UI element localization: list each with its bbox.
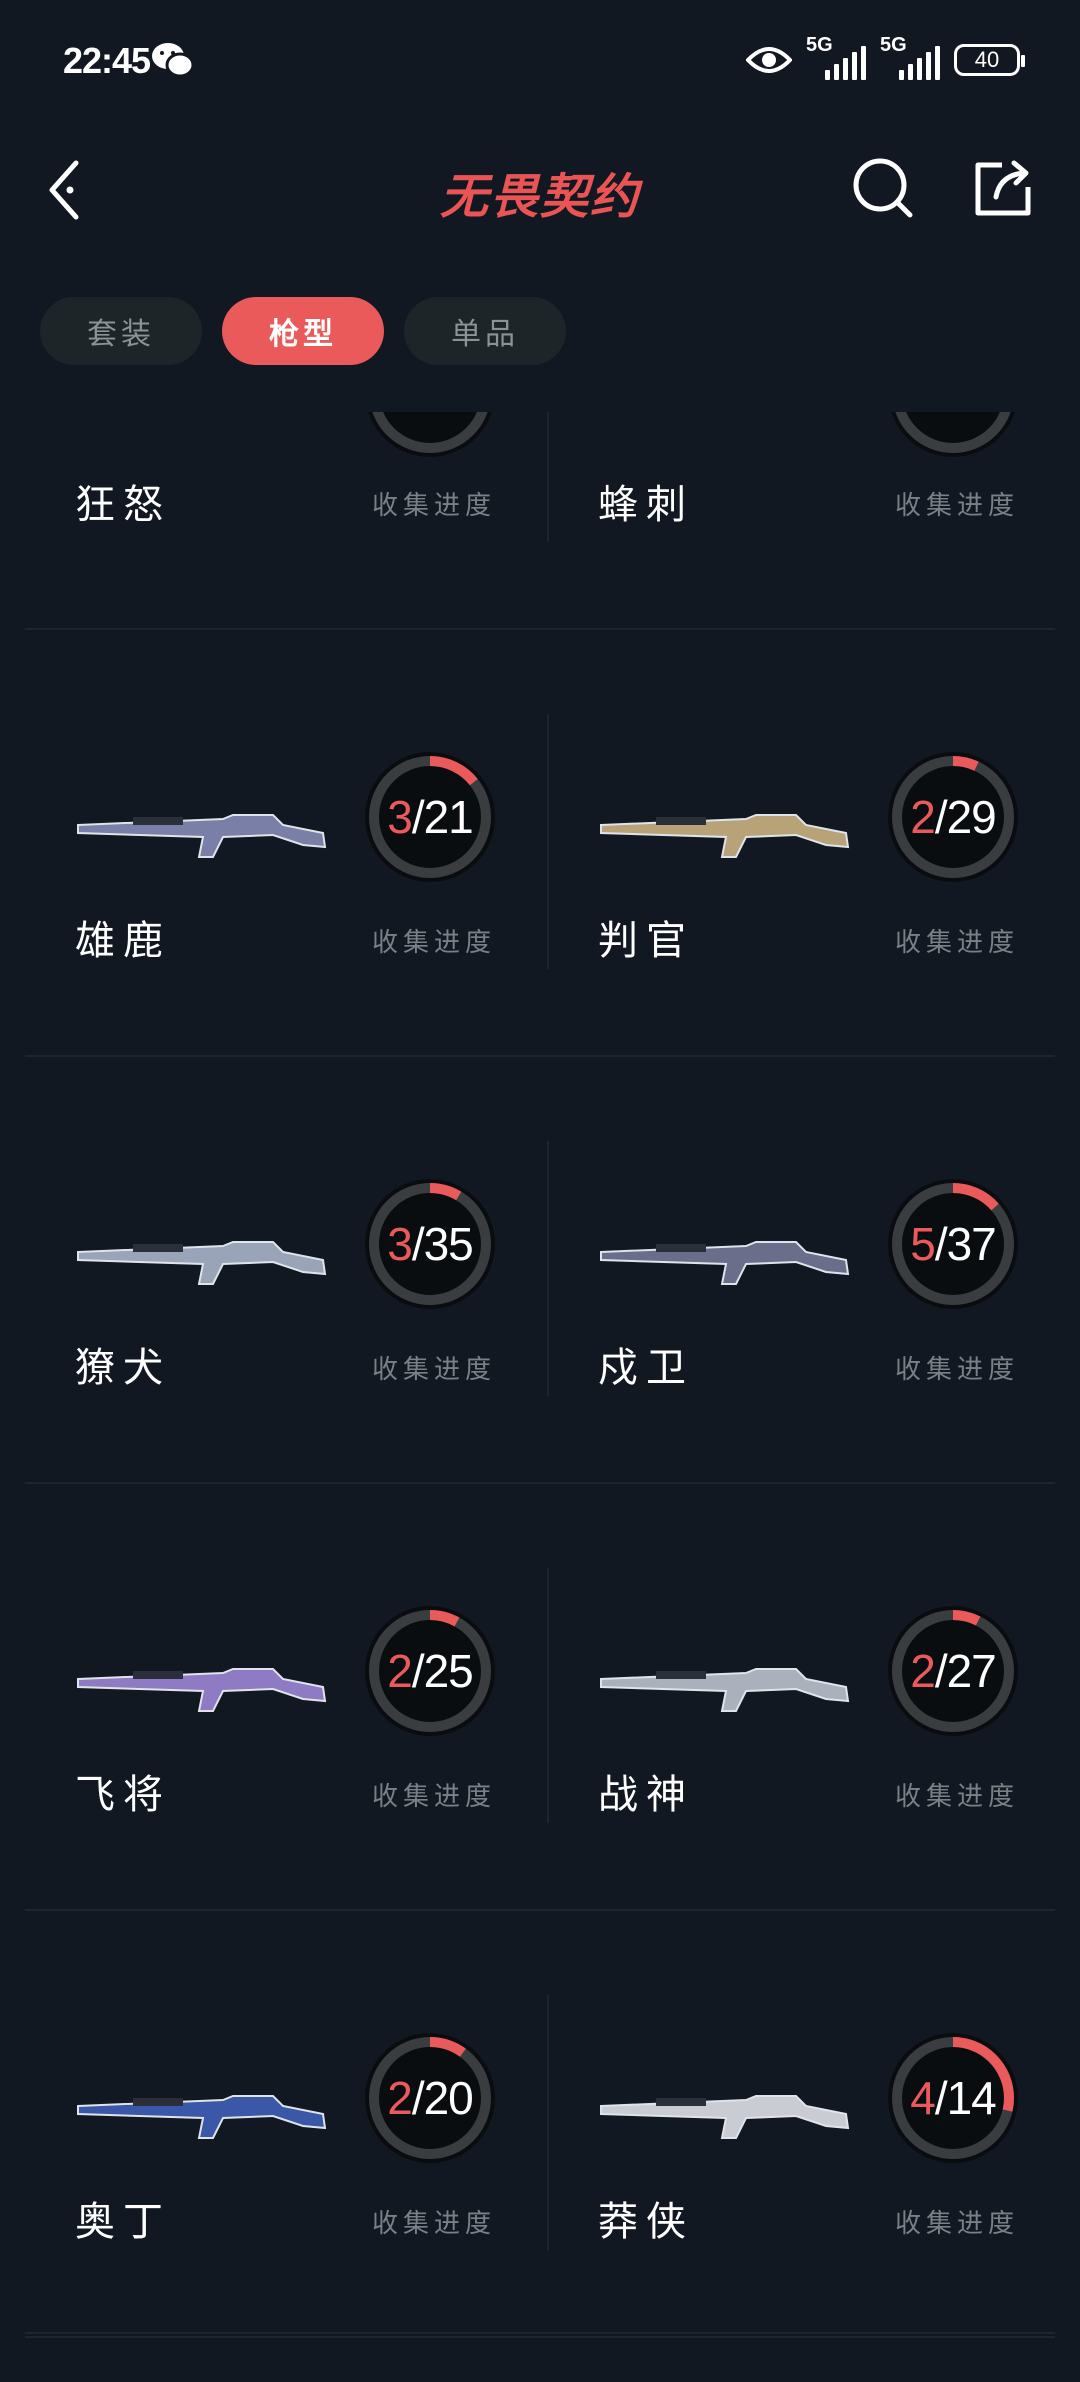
- progress-count: 2/20: [387, 2072, 474, 2124]
- progress-ring: 2/29: [883, 747, 1023, 887]
- eye-icon: [746, 47, 792, 73]
- weapon-row: 狂怒 收集进度 蜂刺 收集进度: [25, 412, 1055, 630]
- progress-label: 收集进度: [372, 491, 497, 521]
- divider: [25, 2332, 1055, 2334]
- progress-label: 收集进度: [372, 1355, 497, 1385]
- progress-count: 3/21: [387, 791, 474, 843]
- weapon-row: 2/20 奥丁 收集进度 4/14 莽侠 收集进度: [25, 1911, 1055, 2338]
- status-bar: 22:45 5G 5G 40: [0, 0, 1080, 125]
- weapon-name: 狂怒: [75, 482, 171, 528]
- progress-ring: 2/27: [883, 1601, 1023, 1741]
- progress-count: 4/14: [910, 2072, 997, 2124]
- progress-label: 收集进度: [895, 928, 1020, 958]
- weapon-row: 3/21 雄鹿 收集进度 2/29 判官 收集进度: [25, 630, 1055, 1057]
- signal-5g-1: 5G: [806, 34, 866, 82]
- progress-ring: 2/20: [360, 2028, 500, 2168]
- page-title: 无畏契约: [439, 169, 640, 225]
- weapon-name: 雄鹿: [75, 918, 171, 964]
- weapon-card[interactable]: 狂怒 收集进度: [25, 412, 540, 628]
- progress-label: 收集进度: [372, 1782, 497, 1812]
- weapon-name: 莽侠: [598, 2199, 694, 2245]
- weapon-card[interactable]: 2/27 战神 收集进度: [548, 1484, 1055, 1909]
- clock: 22:45: [63, 40, 151, 81]
- progress-label: 收集进度: [895, 1782, 1020, 1812]
- progress-ring: 4/14: [883, 2028, 1023, 2168]
- weapon-name: 奥丁: [75, 2199, 171, 2245]
- weapon-row: 3/35 獠犬 收集进度 5/37 戍卫 收集进度: [25, 1057, 1055, 1484]
- weapon-name: 戍卫: [598, 1345, 694, 1391]
- weapon-card[interactable]: 2/25 飞将 收集进度: [25, 1484, 540, 1909]
- weapon-card[interactable]: 5/37 戍卫 收集进度: [548, 1057, 1055, 1482]
- weapon-grid: 狂怒 收集进度 蜂刺 收集进度 3/21 雄鹿 收集进度 2/29 判官 收集进度 3/35 獠犬 收集…: [25, 412, 1055, 2382]
- weapon-card[interactable]: 2/29 判官 收集进度: [548, 630, 1055, 1055]
- progress-count: 3/35: [387, 1218, 474, 1270]
- progress-count: 2/25: [387, 1645, 474, 1697]
- battery-indicator: 40: [954, 44, 1025, 76]
- tab-single-items[interactable]: 单品: [404, 297, 566, 365]
- progress-label: 收集进度: [895, 2209, 1020, 2239]
- signal-5g-2: 5G: [880, 34, 940, 82]
- progress-ring: [883, 412, 1023, 462]
- weapon-name: 判官: [598, 918, 694, 964]
- weapon-name: 獠犬: [75, 1345, 171, 1391]
- progress-label: 收集进度: [372, 2209, 497, 2239]
- weapon-name: 飞将: [75, 1772, 171, 1818]
- weapon-card[interactable]: 3/35 獠犬 收集进度: [25, 1057, 540, 1482]
- weapon-card[interactable]: 蜂刺 收集进度: [548, 412, 1055, 628]
- progress-count: 2/29: [910, 791, 997, 843]
- weapon-name: 蜂刺: [598, 482, 694, 528]
- progress-label: 收集进度: [895, 1355, 1020, 1385]
- weapon-image: [596, 1212, 856, 1302]
- progress-label: 收集进度: [372, 928, 497, 958]
- search-icon[interactable]: [850, 155, 916, 221]
- progress-ring: 3/21: [360, 747, 500, 887]
- share-icon[interactable]: [972, 157, 1034, 219]
- tab-sets[interactable]: 套装: [40, 297, 202, 365]
- weapon-image: [73, 1639, 333, 1729]
- progress-ring: 5/37: [883, 1174, 1023, 1314]
- progress-ring: 2/25: [360, 1601, 500, 1741]
- progress-count: 2/27: [910, 1645, 997, 1697]
- progress-count: 5/37: [910, 1218, 997, 1270]
- weapon-image: [596, 2066, 856, 2156]
- progress-label: 收集进度: [895, 491, 1020, 521]
- weapon-image: [596, 785, 856, 875]
- wechat-icon: [152, 43, 195, 78]
- weapon-card[interactable]: 2/20 奥丁 收集进度: [25, 1911, 540, 2336]
- app-header: 无畏契约: [0, 125, 1080, 250]
- weapon-image: [73, 2066, 333, 2156]
- weapon-image: [73, 1212, 333, 1302]
- weapon-name: 战神: [598, 1772, 694, 1818]
- progress-ring: [360, 412, 500, 462]
- weapon-row: 2/25 飞将 收集进度 2/27 战神 收集进度: [25, 1484, 1055, 1911]
- weapon-card[interactable]: 4/14 莽侠 收集进度: [548, 1911, 1055, 2336]
- tab-weapon-type[interactable]: 枪型: [222, 297, 384, 365]
- progress-ring: 3/35: [360, 1174, 500, 1314]
- weapon-image: [596, 1639, 856, 1729]
- weapon-image: [73, 785, 333, 875]
- category-tabs: 套装 枪型 单品: [40, 297, 566, 365]
- weapon-card[interactable]: 3/21 雄鹿 收集进度: [25, 630, 540, 1055]
